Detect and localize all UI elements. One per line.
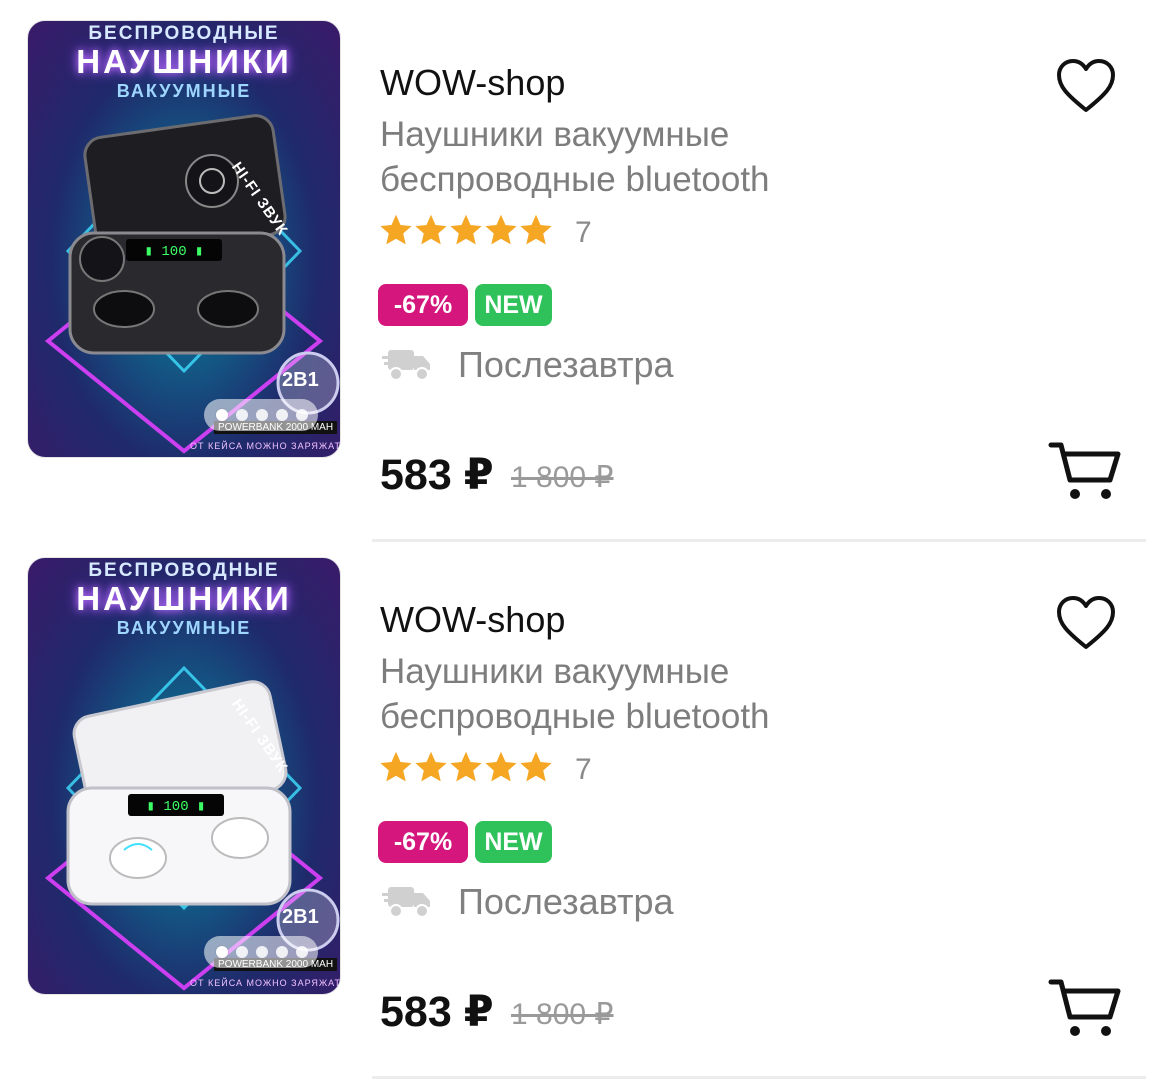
rating-count: 7 xyxy=(575,216,592,249)
shopping-cart-icon[interactable] xyxy=(1048,440,1122,502)
star-icon xyxy=(380,214,412,245)
discount-badge: -67% xyxy=(378,284,468,326)
shop-name[interactable]: WOW-shop xyxy=(380,62,565,104)
heart-outline-icon[interactable] xyxy=(1056,58,1116,114)
product-title[interactable]: Наушники вакуумные беспроводные bluetoot… xyxy=(380,112,980,202)
delivery-time: Послезавтра xyxy=(458,344,674,385)
image-pagination[interactable] xyxy=(204,399,318,431)
image-badge: 2в1 xyxy=(282,906,319,928)
star-icon xyxy=(520,214,552,245)
image-caption-sub: вакуумные xyxy=(116,81,252,101)
pagination-dot[interactable] xyxy=(236,946,248,958)
divider xyxy=(372,1076,1146,1079)
product-title-line: беспроводные bluetooth xyxy=(380,160,770,199)
product-title[interactable]: Наушники вакуумные беспроводные bluetoot… xyxy=(380,649,980,739)
star-icon xyxy=(380,751,412,782)
image-footer-2: ОТ КЕЙСА МОЖНО ЗАРЯЖАТЬ xyxy=(190,978,341,988)
old-price: 1 800 ₽ xyxy=(511,461,614,494)
rating-count: 7 xyxy=(575,753,592,786)
star-icon xyxy=(520,751,552,782)
pagination-dot[interactable] xyxy=(216,409,228,421)
product-title-line: Наушники вакуумные xyxy=(380,115,730,154)
product-title-line: Наушники вакуумные xyxy=(380,652,730,691)
shopping-cart-icon[interactable] xyxy=(1048,977,1122,1039)
product-image[interactable]: ▮ 100 ▮ беспроводные наушники вакуумные … xyxy=(27,20,341,458)
image-caption-main: наушники xyxy=(76,580,292,617)
product-title-line: беспроводные bluetooth xyxy=(380,697,770,736)
star-icon xyxy=(450,214,482,245)
image-caption-top: беспроводные xyxy=(88,23,280,44)
new-badge: NEW xyxy=(475,284,552,326)
image-pagination[interactable] xyxy=(204,936,318,968)
star-icon xyxy=(485,214,517,245)
image-caption-sub: вакуумные xyxy=(116,618,252,638)
truck-icon xyxy=(382,350,430,381)
pagination-dot[interactable] xyxy=(236,409,248,421)
discount-badge: -67% xyxy=(378,821,468,863)
product-image[interactable]: ▮ 100 ▮ беспроводные наушники вакуумные … xyxy=(27,557,341,995)
star-icon xyxy=(415,751,447,782)
svg-text:▮ 100 ▮: ▮ 100 ▮ xyxy=(145,244,204,260)
pagination-dot[interactable] xyxy=(256,946,268,958)
image-badge: 2в1 xyxy=(282,369,319,391)
star-icon xyxy=(415,214,447,245)
image-caption-main: наушники xyxy=(76,43,292,80)
pagination-dot[interactable] xyxy=(296,946,308,958)
star-icon xyxy=(450,751,482,782)
image-caption-top: беспроводные xyxy=(88,560,280,581)
old-price: 1 800 ₽ xyxy=(511,998,614,1031)
price: 583 ₽ xyxy=(380,988,494,1036)
product-card[interactable]: ▮ 100 ▮ беспроводные наушники вакуумные … xyxy=(0,0,1170,542)
pagination-dot[interactable] xyxy=(296,409,308,421)
truck-icon xyxy=(382,887,430,918)
heart-outline-icon[interactable] xyxy=(1056,595,1116,651)
svg-text:▮ 100 ▮: ▮ 100 ▮ xyxy=(147,799,206,815)
pagination-dot[interactable] xyxy=(256,409,268,421)
star-icon xyxy=(485,751,517,782)
delivery-time: Послезавтра xyxy=(458,881,674,922)
image-footer-2: ОТ КЕЙСА МОЖНО ЗАРЯЖАТЬ xyxy=(190,441,341,451)
shop-name[interactable]: WOW-shop xyxy=(380,599,565,641)
new-badge: NEW xyxy=(475,821,552,863)
price: 583 ₽ xyxy=(380,451,494,499)
product-card[interactable]: ▮ 100 ▮ беспроводные наушники вакуумные … xyxy=(0,537,1170,1079)
pagination-dot[interactable] xyxy=(216,946,228,958)
pagination-dot[interactable] xyxy=(276,946,288,958)
pagination-dot[interactable] xyxy=(276,409,288,421)
